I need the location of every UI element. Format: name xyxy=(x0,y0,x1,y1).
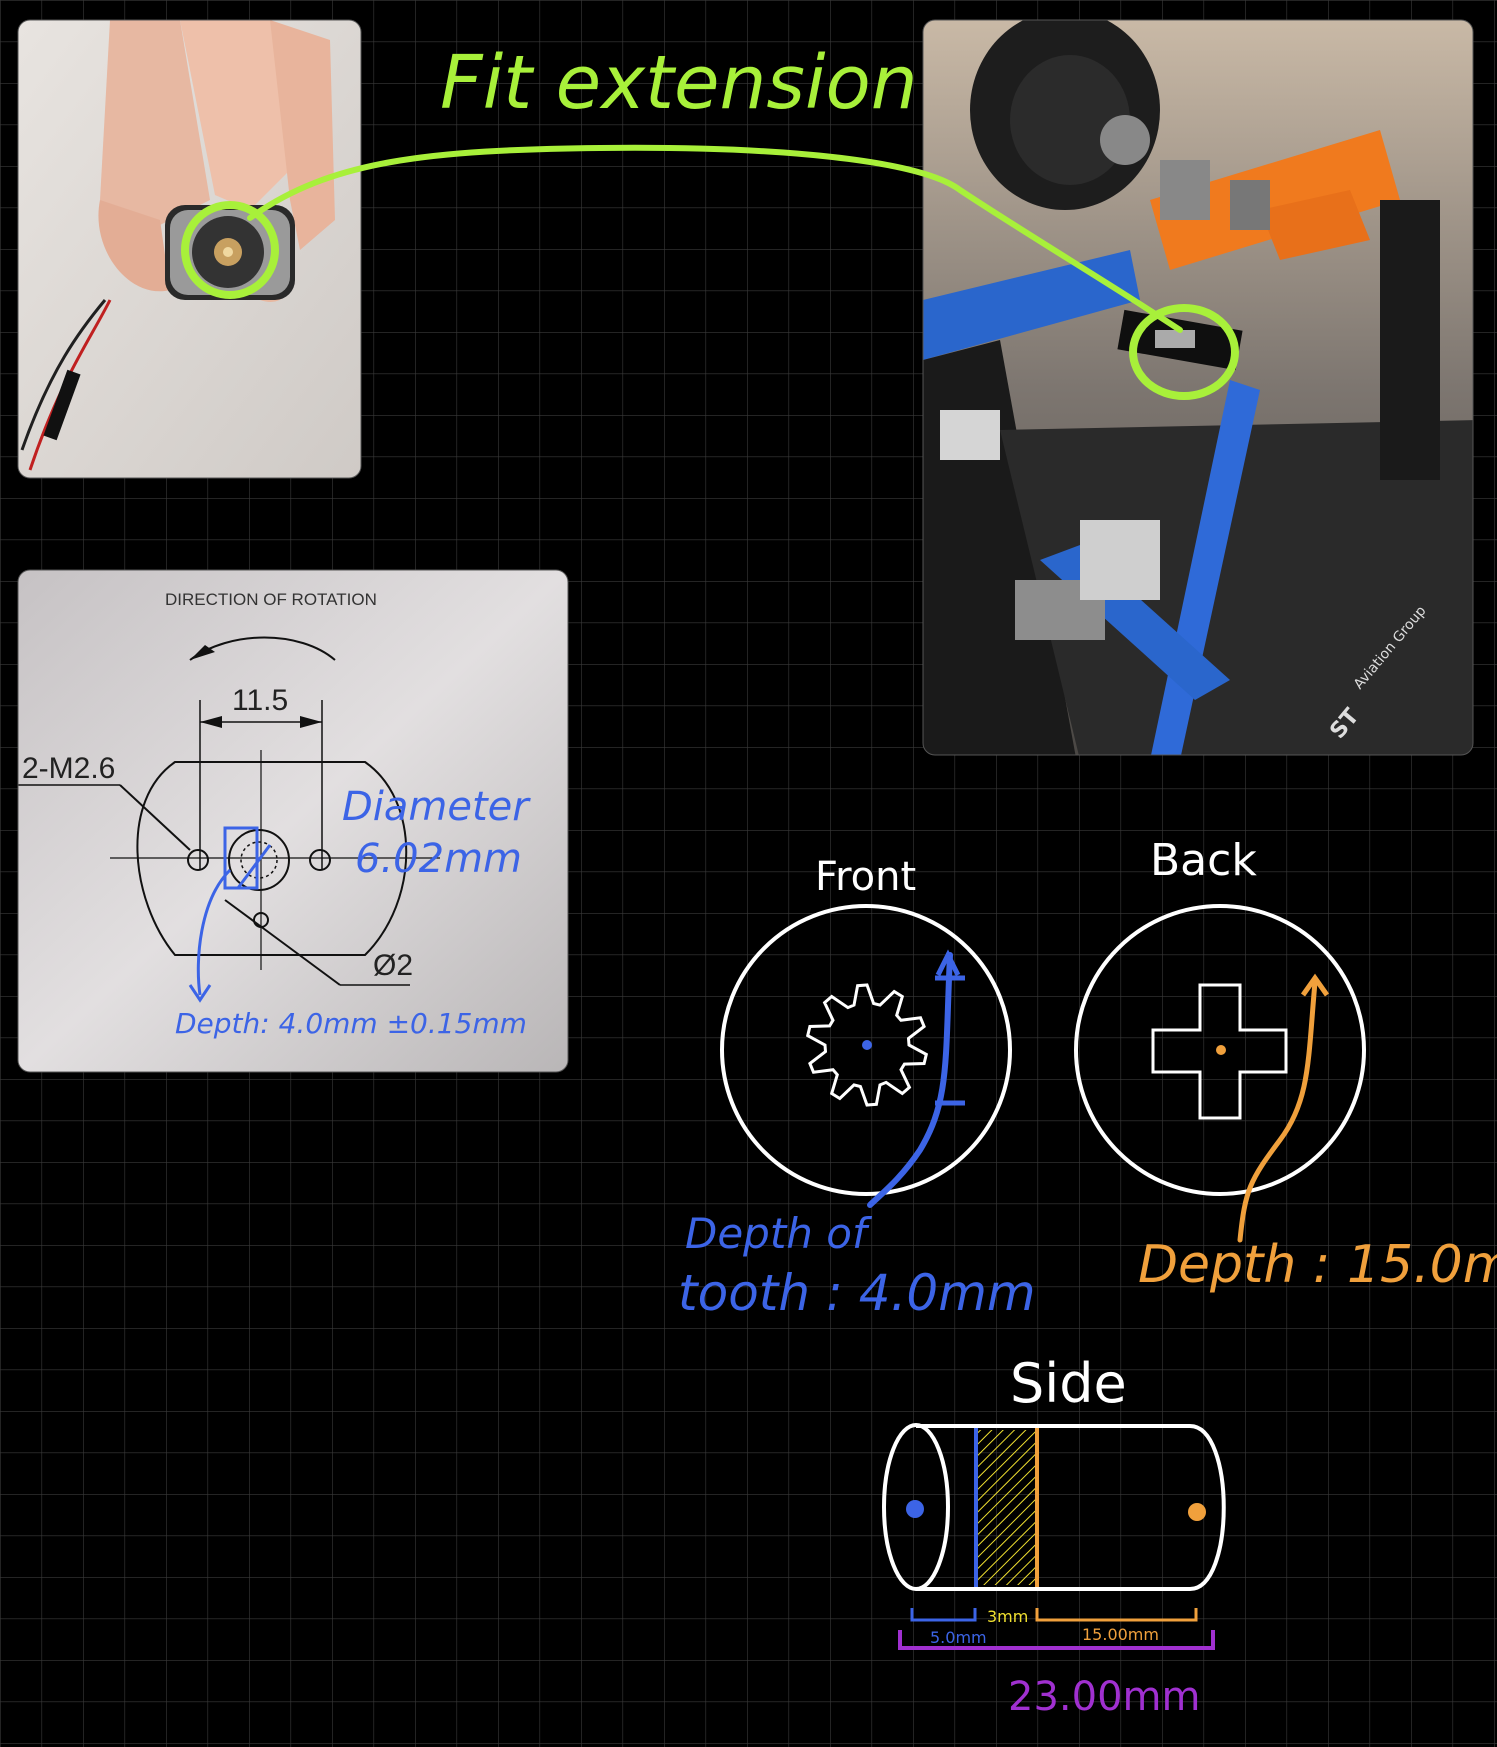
gear-section-hatch xyxy=(977,1430,1037,1585)
dim-holes: 2-M2.6 xyxy=(22,752,115,785)
note-depth: Depth: 4.0mm ±0.15mm xyxy=(175,1007,527,1040)
note-diameter-1: Diameter xyxy=(342,784,531,830)
dim-shaft: Ø2 xyxy=(373,949,413,982)
back-note: Depth : 15.0mm xyxy=(1138,1235,1497,1295)
datasheet-photo: DIRECTION OF ROTATION 11.5 2-M2.6 Ø2 Dia… xyxy=(18,570,568,1072)
whiteboard-canvas: Fit extension Aviation Group ST DIRECTIO… xyxy=(0,0,1497,1747)
note-diameter-2: 6.02mm xyxy=(355,836,522,882)
back-center-dot xyxy=(1216,1045,1226,1055)
front-note-2: tooth : 4.0mm xyxy=(678,1264,1036,1322)
title-text: Fit extension xyxy=(440,40,918,126)
dim-width: 11.5 xyxy=(232,684,288,717)
total-label: 23.00mm xyxy=(1008,1674,1200,1720)
seg1-label: 5.0mm xyxy=(930,1628,987,1647)
front-note-1: Depth of xyxy=(685,1209,873,1258)
front-center-dot xyxy=(862,1040,872,1050)
front-label: Front xyxy=(815,854,916,900)
seg2-label: 3mm xyxy=(987,1607,1028,1626)
back-label: Back xyxy=(1150,835,1257,886)
seg3-label: 15.00mm xyxy=(1082,1625,1159,1644)
drawing-header: DIRECTION OF ROTATION xyxy=(165,590,377,609)
side-label: Side xyxy=(1010,1352,1127,1415)
motor-photo xyxy=(18,20,361,478)
